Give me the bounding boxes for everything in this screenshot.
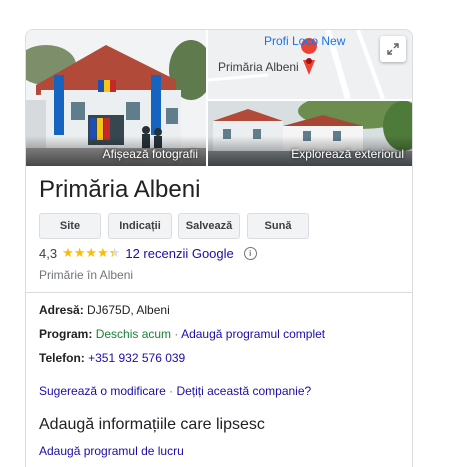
directions-button[interactable]: Indicații [108, 213, 172, 239]
add-hours-link[interactable]: Adaugă programul de lucru [39, 444, 184, 458]
knowledge-panel: Afișează fotografii Profi Loco New Primă… [25, 29, 413, 467]
address-value[interactable]: DJ675D, Albeni [87, 303, 170, 317]
missing-info-heading: Adaugă informațiile care lipsesc [39, 416, 265, 433]
open-status: Deschis acum [95, 327, 172, 341]
divider [26, 292, 412, 293]
address-label: Adresă: [39, 303, 84, 317]
expand-map-button[interactable] [380, 36, 406, 62]
rating-row: 4,3 ★★★★★★ 12 recenzii Google i [39, 245, 257, 261]
explore-exterior-label[interactable]: Explorează exteriorul [291, 147, 404, 161]
map-business-label: Profi Loco New [264, 34, 346, 48]
info-icon[interactable]: i [243, 246, 257, 260]
call-button[interactable]: Sună [247, 213, 309, 239]
page-title: Primăria Albeni [39, 176, 201, 203]
footer-separator: · [169, 384, 174, 398]
map-place-label: Primăria Albeni [218, 60, 299, 74]
star-rating-icon: ★★★★★★ [62, 245, 121, 260]
expand-icon [387, 43, 399, 55]
show-photos-label[interactable]: Afișează fotografii [103, 147, 198, 161]
main-photo[interactable]: Afișează fotografii [26, 30, 206, 166]
own-business-link[interactable]: Dețiți această companie? [176, 384, 311, 398]
add-full-hours-link[interactable]: Adaugă programul complet [181, 327, 325, 341]
footer-links: Sugerează o modificare · Dețiți această … [39, 384, 311, 398]
hours-separator: · [174, 327, 179, 341]
add-hours-row: Adaugă programul de lucru [39, 444, 184, 458]
address-row: Adresă: DJ675D, Albeni [39, 303, 170, 317]
reviews-link[interactable]: 12 recenzii Google [125, 246, 233, 261]
hours-row: Program: Deschis acum · Adaugă programul… [39, 327, 325, 341]
website-button[interactable]: Site [39, 213, 101, 239]
save-button[interactable]: Salvează [178, 213, 240, 239]
photo-strip: Afișează fotografii Profi Loco New Primă… [26, 30, 412, 166]
phone-label: Telefon: [39, 351, 85, 365]
rating-value: 4,3 [39, 245, 58, 261]
hours-label: Program: [39, 327, 93, 341]
suggest-edit-link[interactable]: Sugerează o modificare [39, 384, 166, 398]
phone-row: Telefon: +351 932 576 039 [39, 351, 185, 365]
exterior-photo[interactable]: Explorează exteriorul [208, 101, 412, 166]
phone-link[interactable]: +351 932 576 039 [88, 351, 185, 365]
category-label: Primărie în Albeni [39, 268, 134, 282]
map-thumbnail[interactable]: Profi Loco New Primăria Albeni [208, 30, 412, 99]
